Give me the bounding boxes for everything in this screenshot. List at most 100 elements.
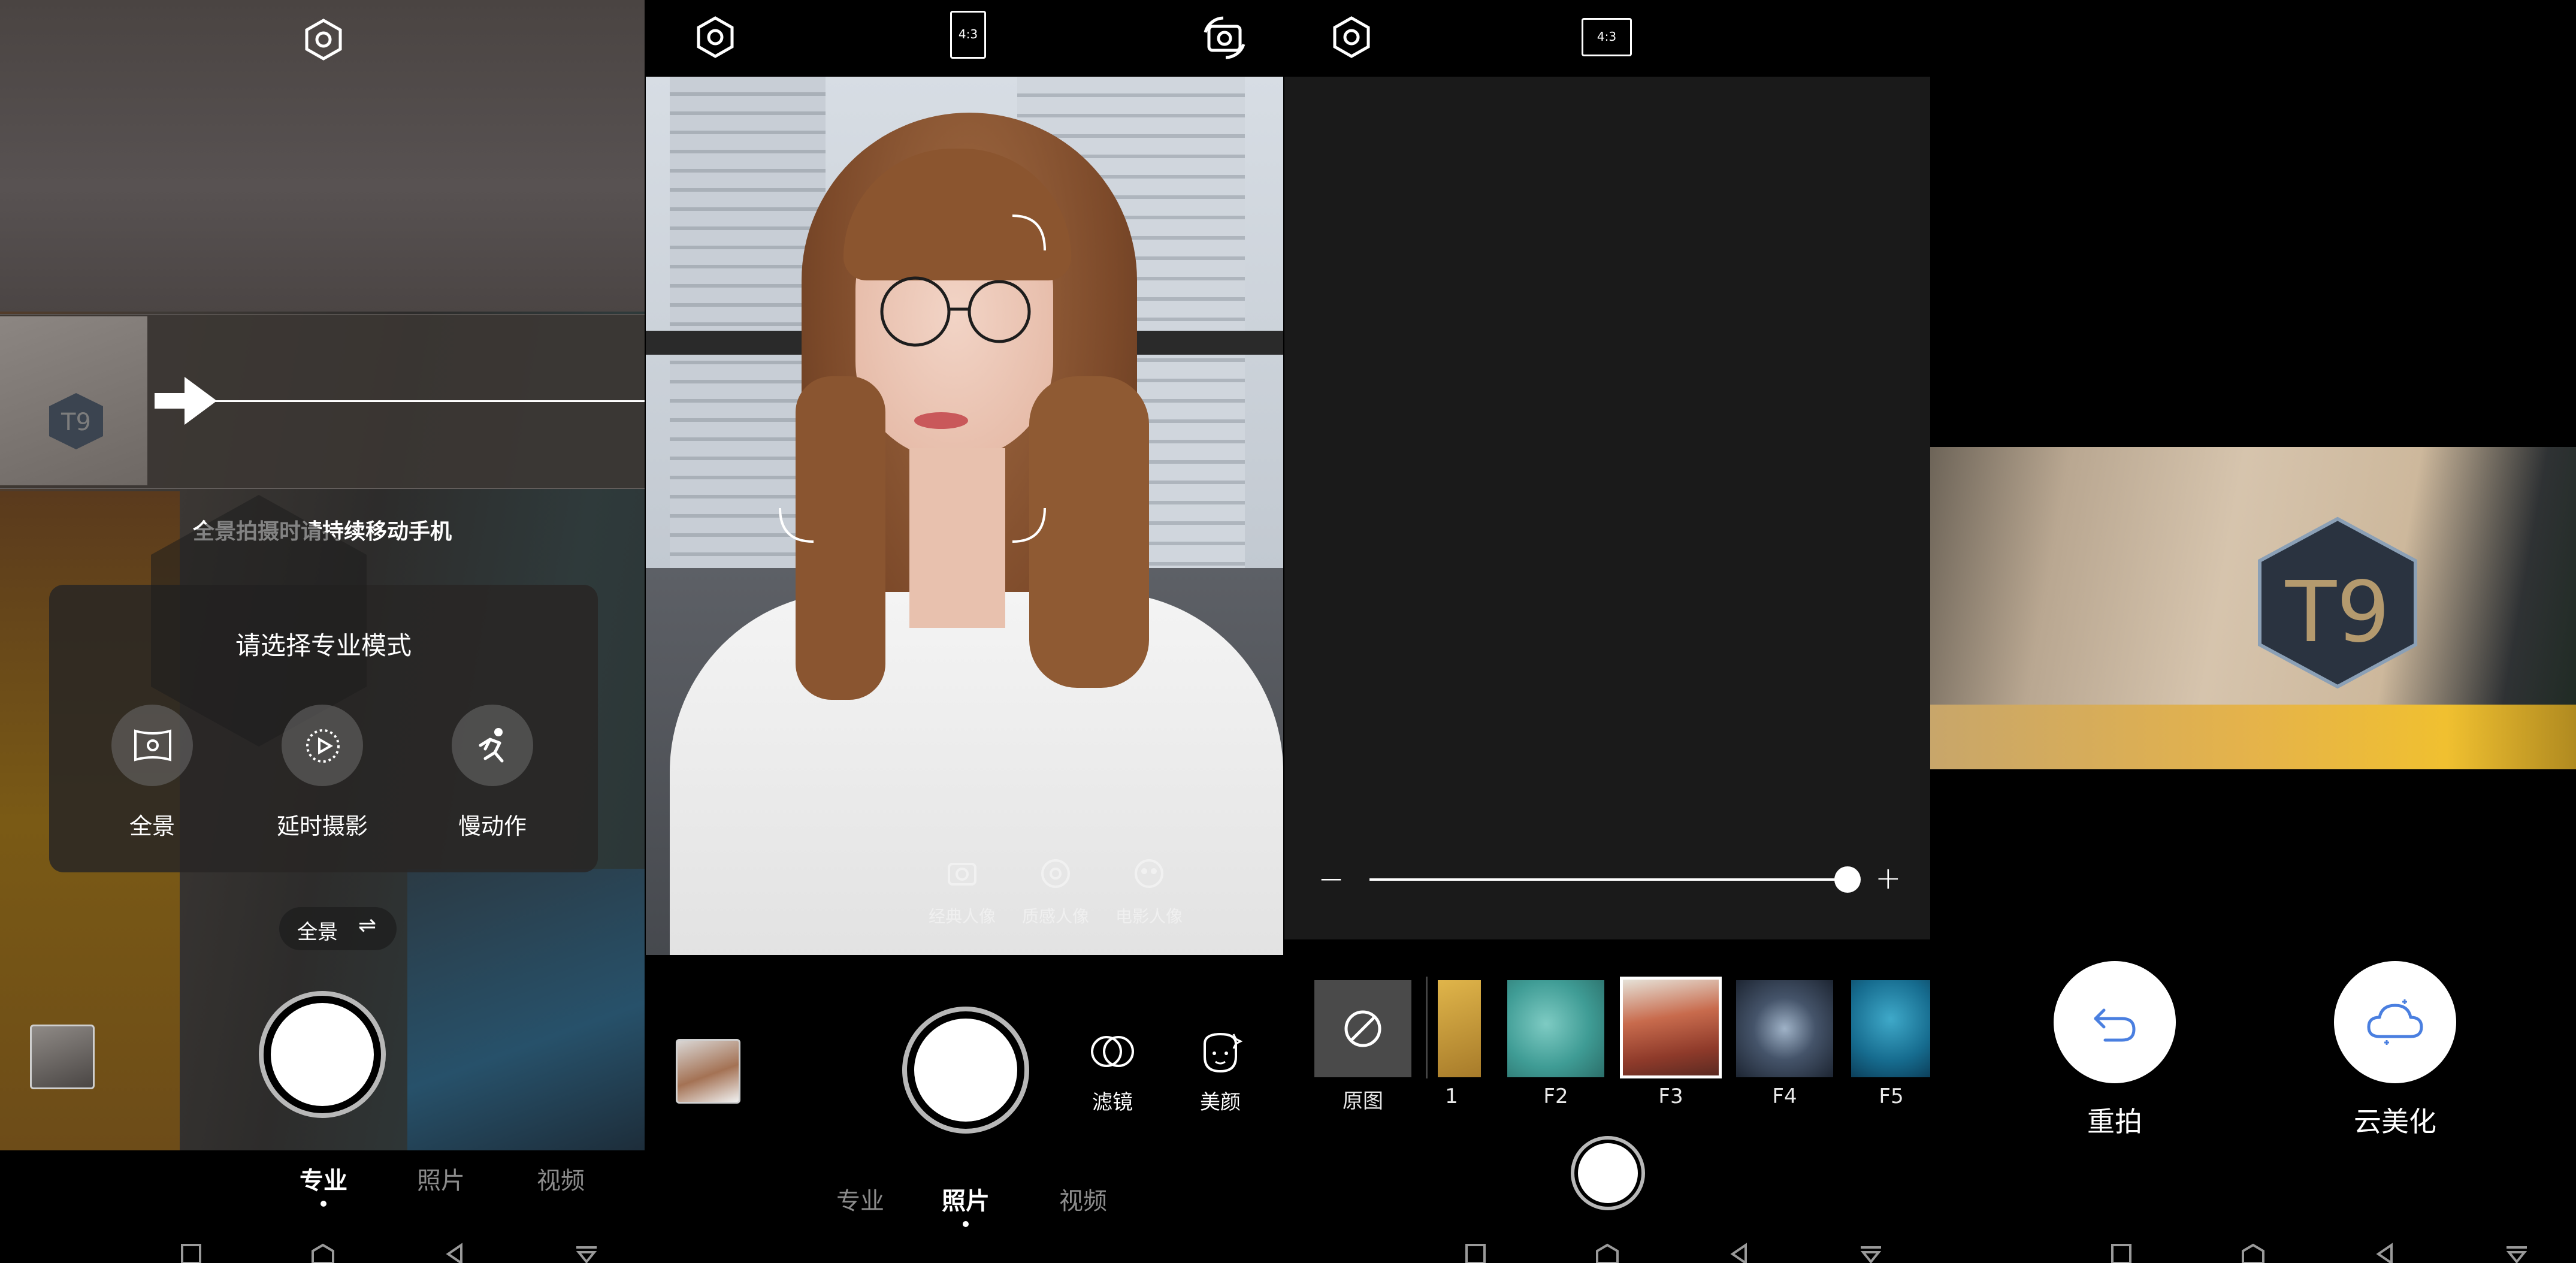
filter-f5[interactable] (1851, 980, 1930, 1077)
panorama-guide-line (198, 400, 645, 402)
captured-photo: T9 (1930, 447, 2576, 769)
nav-recents-icon[interactable] (1461, 1233, 1490, 1263)
switch-camera-icon[interactable] (1199, 12, 1250, 62)
mode-option-panorama[interactable]: 全景 (110, 705, 194, 842)
filter-f3[interactable] (1620, 977, 1722, 1078)
tab-photo[interactable]: 照片 (930, 1182, 1002, 1216)
tab-video[interactable]: 视频 (1047, 1182, 1119, 1216)
settings-icon[interactable] (301, 17, 346, 62)
active-tab-indicator (321, 1201, 326, 1207)
panorama-direction-arrow-icon (150, 374, 222, 428)
beauty-label: 美颜 (1200, 1090, 1241, 1114)
panorama-preview-thumb: T9 (0, 316, 147, 485)
mode-label-timelapse: 延时摄影 (276, 813, 368, 839)
panorama-switch-pill[interactable]: 全景 ⇌ (279, 907, 397, 950)
settings-icon[interactable] (693, 14, 738, 60)
aspect-ratio-label: 4:3 (1597, 29, 1617, 44)
camera-screen-pro: T9 全景拍摄时请持续移动手机 请选择专业模式 全景 延时摄影 (0, 0, 645, 1263)
tab-photo[interactable]: 照片 (405, 1161, 477, 1196)
tab-pro[interactable]: 专业 (288, 1161, 359, 1196)
slider-plus-label[interactable]: + (1875, 860, 1901, 896)
portrait-mode-cinema[interactable]: 电影人像 (1113, 856, 1185, 939)
camera-screen-photo: 4:3 经典人像 质感人像 电影人像 滤镜 美颜 专业 照片 视频 (645, 0, 1284, 1263)
filter-f2-label: F2 (1543, 1084, 1568, 1108)
pro-mode-popup: 请选择专业模式 全景 延时摄影 慢动作 (49, 495, 598, 872)
face-focus-frame (778, 214, 1047, 544)
aspect-ratio-button[interactable]: 4:3 (950, 11, 986, 59)
aspect-ratio-label: 4:3 (958, 27, 978, 41)
no-filter-icon (1342, 1008, 1384, 1050)
t9-logo-icon: T9 (37, 388, 115, 454)
nav-recents-icon[interactable] (176, 1233, 206, 1263)
nav-notification-icon[interactable] (572, 1233, 601, 1263)
cinema-portrait-icon (1131, 856, 1167, 892)
photo-review-screen: T9 重拍 云美化 (1930, 0, 2576, 1263)
beauty-button[interactable]: 美颜 (1187, 1031, 1253, 1114)
switch-arrows-icon: ⇌ (358, 913, 377, 938)
cloud-icon (2365, 998, 2425, 1046)
filter-f4[interactable] (1736, 980, 1833, 1077)
retake-button[interactable]: 重拍 (2054, 961, 2176, 1138)
slider-minus-label[interactable]: — (1320, 866, 1342, 891)
mode-label-panorama: 全景 (129, 813, 175, 839)
portrait-mode-texture-label: 质感人像 (1021, 907, 1089, 926)
cloud-beautify-label: 云美化 (2354, 1105, 2436, 1138)
shutter-button-core (914, 1019, 1017, 1122)
filter-1[interactable] (1438, 980, 1481, 1077)
filter-divider (1426, 977, 1428, 1078)
slider-thumb[interactable] (1834, 866, 1861, 893)
viewfinder: 经典人像 质感人像 电影人像 (646, 77, 1283, 955)
aspect-ratio-button[interactable]: 4:3 (1582, 18, 1632, 56)
nav-recents-icon[interactable] (2106, 1233, 2136, 1263)
filter-icon (1089, 1031, 1136, 1072)
filter-f3-label: F3 (1658, 1084, 1683, 1108)
nav-back-icon[interactable] (440, 1233, 470, 1263)
t9-box-logo: T9 (2242, 507, 2433, 699)
nav-home-icon[interactable] (2238, 1233, 2268, 1263)
undo-arrow-icon (2091, 998, 2139, 1046)
filter-1-label: 1 (1445, 1084, 1458, 1108)
tab-video[interactable]: 视频 (525, 1161, 597, 1196)
portrait-mode-classic-label: 经典人像 (928, 907, 996, 926)
shutter-button-core (271, 1003, 374, 1106)
portrait-mode-cinema-label: 电影人像 (1115, 907, 1183, 926)
gallery-thumbnail[interactable] (676, 1039, 740, 1104)
popup-title: 请选择专业模式 (235, 631, 412, 660)
filter-f4-label: F4 (1772, 1084, 1797, 1108)
viewfinder-lower-right (407, 869, 645, 1150)
nav-home-icon[interactable] (308, 1233, 338, 1263)
panorama-icon (132, 726, 174, 765)
texture-portrait-icon (1038, 856, 1074, 892)
portrait-mode-classic[interactable]: 经典人像 (926, 856, 998, 939)
nav-notification-icon[interactable] (2502, 1233, 2532, 1263)
shutter-button-core (1578, 1143, 1638, 1203)
filter-label: 滤镜 (1092, 1090, 1133, 1114)
mode-option-slow-motion[interactable]: 慢动作 (451, 705, 534, 842)
filter-strip: 原图 1 F2 F3 F4 F5 (1284, 977, 1930, 1120)
beauty-face-icon (1196, 1031, 1244, 1075)
slider-track (1369, 878, 1849, 881)
nav-back-icon[interactable] (1724, 1233, 1754, 1263)
settings-icon[interactable] (1329, 14, 1374, 60)
timelapse-icon (302, 725, 344, 767)
photo-box-bottom-glow (1930, 705, 2576, 769)
nav-notification-icon[interactable] (1856, 1233, 1886, 1263)
gallery-thumbnail[interactable] (30, 1025, 95, 1089)
filter-f2[interactable] (1507, 980, 1604, 1077)
filter-original-label: 原图 (1343, 1089, 1383, 1113)
filter-intensity-slider[interactable] (1369, 866, 1861, 902)
retake-label: 重拍 (2087, 1105, 2142, 1138)
tab-pro[interactable]: 专业 (824, 1182, 896, 1216)
nav-back-icon[interactable] (2370, 1233, 2400, 1263)
hair-right-lock (1029, 376, 1149, 688)
nav-home-icon[interactable] (1592, 1233, 1622, 1263)
svg-text:T9: T9 (61, 409, 91, 436)
portrait-mode-texture[interactable]: 质感人像 (1020, 856, 1092, 939)
viewfinder (1284, 77, 1930, 939)
mode-label-slow-motion: 慢动作 (458, 813, 527, 839)
mode-option-timelapse[interactable]: 延时摄影 (277, 705, 368, 842)
cloud-beautify-button[interactable]: 云美化 (2334, 961, 2456, 1138)
filter-f5-label: F5 (1879, 1084, 1904, 1108)
filter-button[interactable]: 滤镜 (1080, 1031, 1145, 1114)
filter-original[interactable] (1314, 980, 1411, 1077)
